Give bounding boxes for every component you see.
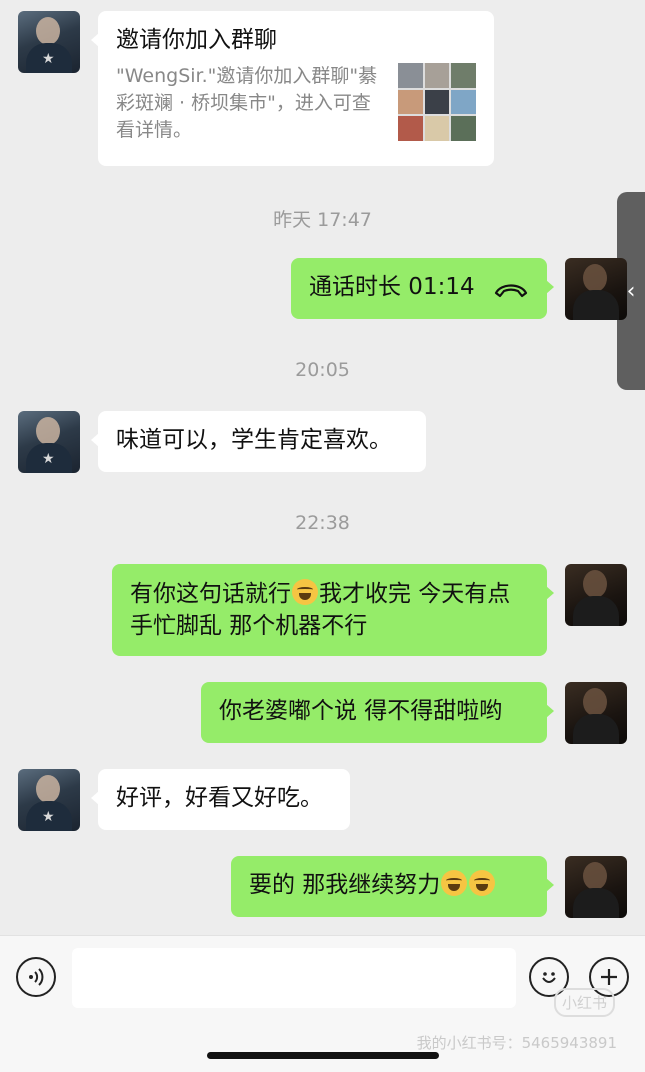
laughing-crying-emoji-icon [441,870,468,896]
message-input[interactable] [72,948,516,1008]
contact-avatar[interactable]: ★ [18,11,80,73]
my-avatar[interactable] [565,682,627,744]
timestamp: 22:38 [295,512,350,534]
message-text: 有你这句话就行 [130,581,291,607]
invite-description: "WengSir."邀请你加入群聊"綦彩斑斓 · 桥坝集市"，进入可查看详情。 [116,65,378,141]
invite-title: 邀请你加入群聊 [116,27,277,53]
message-text: 你老婆嘟个说 得不得甜啦哟 [219,698,503,724]
message-text: 味道可以，学生肯定喜欢。 [116,427,392,453]
message-bubble[interactable]: 有你这句话就行 我才收完 今天有点手忙脚乱 那个机器不行 [112,564,554,656]
timestamp: 20:05 [295,359,350,381]
phone-hangup-icon [494,284,528,298]
group-invite-card[interactable]: 邀请你加入群聊 "WengSir."邀请你加入群聊"綦彩斑斓 · 桥坝集市"，进… [91,11,494,166]
laughing-crying-emoji-icon [292,579,318,605]
watermark-text: 我的小红书号：5465943891 [416,1034,617,1052]
contact-avatar[interactable]: ★ [18,411,80,473]
my-avatar[interactable] [565,564,627,626]
emoji-icon [542,972,556,983]
voice-icon [29,968,44,986]
group-avatar-grid [398,63,476,141]
input-bar: 小红书 我的小红书号：5465943891 [0,935,645,1072]
plus-icon [601,969,617,985]
call-duration-label: 通话时长 01:14 [309,274,475,300]
home-indicator[interactable] [207,1052,439,1059]
message-bubble[interactable]: 好评，好看又好吃。 [91,769,350,830]
message-text: 好评，好看又好吃。 [116,785,323,811]
chevron-left-icon: ‹ [626,278,636,304]
watermark-logo: 小红书 [553,988,615,1017]
contact-avatar[interactable]: ★ [18,769,80,831]
timestamp: 昨天 17:47 [273,209,372,231]
message-bubble[interactable]: 味道可以，学生肯定喜欢。 [91,411,426,472]
my-avatar[interactable] [565,856,627,918]
call-record-bubble[interactable]: 通话时长 01:14 [291,258,554,319]
message-bubble[interactable]: 你老婆嘟个说 得不得甜啦哟 [201,682,554,743]
my-avatar[interactable] [565,258,627,320]
message-text: 要的 那我继续努力 [249,872,441,898]
voice-button[interactable] [16,957,56,997]
message-bubble[interactable]: 要的 那我继续努力 [231,856,554,917]
laughing-crying-emoji-icon [469,870,496,896]
